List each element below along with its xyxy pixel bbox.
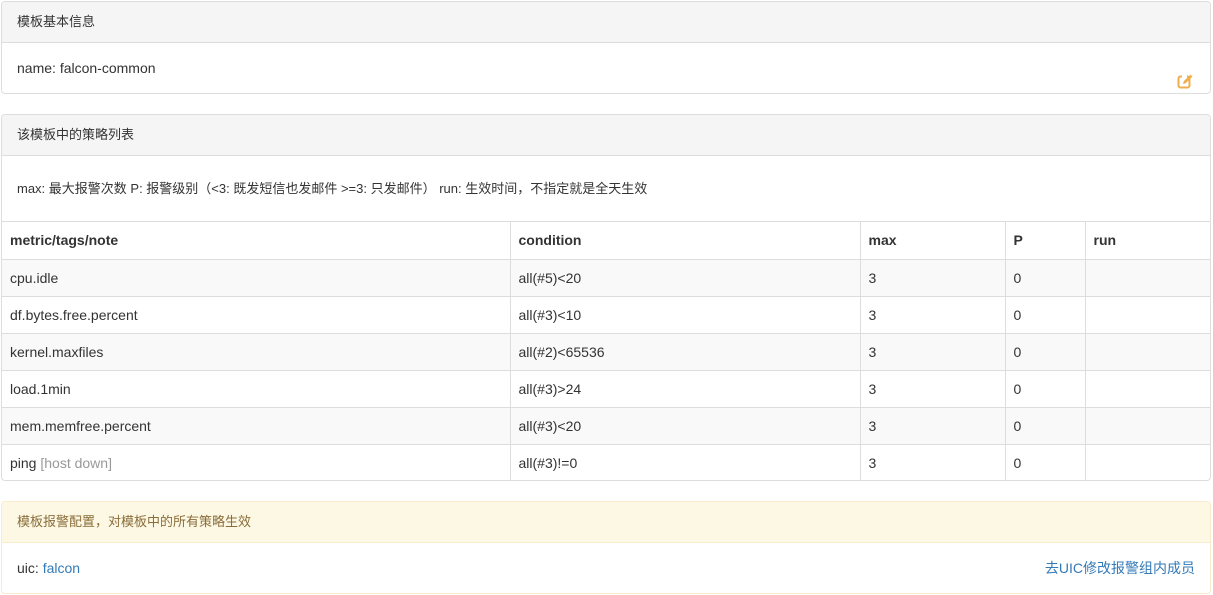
table-row: mem.memfree.percent all(#3)<20 3 0	[2, 407, 1210, 445]
metric-note: [host down]	[40, 454, 112, 471]
condition-cell: all(#3)>24	[510, 370, 861, 408]
table-row: df.bytes.free.percent all(#3)<10 3 0	[2, 296, 1210, 334]
metric-cell: load.1min	[2, 370, 511, 408]
max-cell: 3	[860, 333, 1006, 371]
condition-cell: all(#2)<65536	[510, 333, 861, 371]
condition-cell: all(#3)<10	[510, 296, 861, 334]
metric-name: kernel.maxfiles	[10, 343, 104, 360]
strategy-list-heading: 该模板中的策略列表	[2, 115, 1210, 156]
column-header-run: run	[1085, 222, 1210, 260]
alarm-config-body: uic: falcon 去UIC修改报警组内成员	[2, 543, 1210, 593]
condition-cell: all(#3)!=0	[510, 444, 861, 480]
metric-name: mem.memfree.percent	[10, 417, 151, 434]
alarm-config-heading: 模板报警配置，对模板中的所有策略生效	[2, 502, 1210, 543]
column-header-metric: metric/tags/note	[2, 222, 511, 260]
max-cell: 3	[860, 444, 1006, 480]
metric-cell: cpu.idle	[2, 259, 511, 297]
metric-cell: df.bytes.free.percent	[2, 296, 511, 334]
max-cell: 3	[860, 296, 1006, 334]
p-cell: 0	[1005, 296, 1086, 334]
run-cell	[1085, 444, 1210, 480]
table-row: load.1min all(#3)>24 3 0	[2, 370, 1210, 408]
template-name: falcon-common	[59, 60, 156, 76]
column-header-max: max	[860, 222, 1006, 260]
run-cell	[1085, 370, 1210, 408]
max-cell: 3	[860, 259, 1006, 297]
metric-name: cpu.idle	[10, 269, 59, 286]
p-cell: 0	[1005, 407, 1086, 445]
condition-cell: all(#3)<20	[510, 407, 861, 445]
metric-name: ping	[10, 454, 37, 471]
strategy-list-panel: 该模板中的策略列表 max: 最大报警次数 P: 报警级别（<3: 既发短信也发…	[1, 114, 1211, 481]
p-cell: 0	[1005, 333, 1086, 371]
template-info-heading: 模板基本信息	[2, 2, 1210, 43]
column-header-p: P	[1005, 222, 1086, 260]
metric-name: df.bytes.free.percent	[10, 306, 138, 323]
run-cell	[1085, 407, 1210, 445]
name-label: name:	[17, 60, 60, 76]
metric-name: load.1min	[10, 380, 71, 397]
max-cell: 3	[860, 370, 1006, 408]
strategy-table: metric/tags/note condition max P run cpu…	[2, 222, 1210, 480]
column-header-condition: condition	[510, 222, 861, 260]
strategy-legend: max: 最大报警次数 P: 报警级别（<3: 既发短信也发邮件 >=3: 只发…	[2, 156, 1210, 222]
run-cell	[1085, 296, 1210, 334]
edit-icon[interactable]	[1177, 60, 1193, 89]
table-row: ping [host down] all(#3)!=0 3 0	[2, 444, 1210, 480]
run-cell	[1085, 333, 1210, 371]
p-cell: 0	[1005, 370, 1086, 408]
table-row: kernel.maxfiles all(#2)<65536 3 0	[2, 333, 1210, 371]
template-info-body: name: falcon-common	[2, 43, 1210, 93]
p-cell: 0	[1005, 444, 1086, 480]
edit-uic-members-link[interactable]: 去UIC修改报警组内成员	[1045, 543, 1195, 593]
uic-label: uic:	[17, 560, 43, 576]
metric-cell: kernel.maxfiles	[2, 333, 511, 371]
uic-group-link[interactable]: falcon	[43, 560, 80, 576]
alarm-config-panel: 模板报警配置，对模板中的所有策略生效 uic: falcon 去UIC修改报警组…	[1, 501, 1211, 594]
template-info-panel: 模板基本信息 name: falcon-common	[1, 1, 1211, 94]
metric-cell: mem.memfree.percent	[2, 407, 511, 445]
table-row: cpu.idle all(#5)<20 3 0	[2, 259, 1210, 297]
table-header-row: metric/tags/note condition max P run	[2, 222, 1210, 260]
condition-cell: all(#5)<20	[510, 259, 861, 297]
run-cell	[1085, 259, 1210, 297]
p-cell: 0	[1005, 259, 1086, 297]
max-cell: 3	[860, 407, 1006, 445]
metric-cell: ping [host down]	[2, 444, 511, 480]
